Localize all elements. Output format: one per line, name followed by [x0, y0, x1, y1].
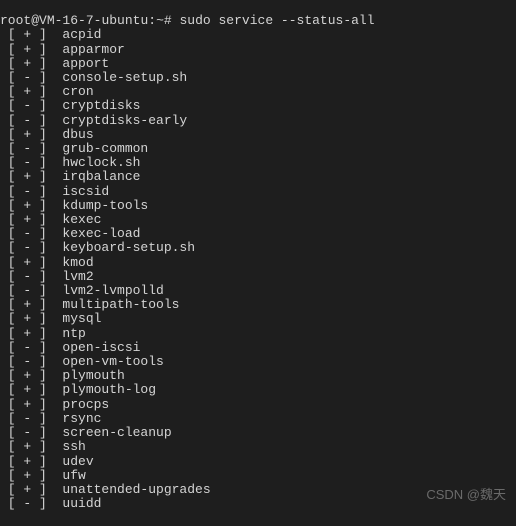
prompt-symbol: # [164, 13, 172, 28]
prompt-command: sudo service --status-all [180, 13, 375, 28]
prompt-host: VM-16-7-ubuntu [39, 13, 148, 28]
terminal-output[interactable]: root@VM-16-7-ubuntu:~# sudo service --st… [0, 0, 516, 526]
prompt-user: root [0, 13, 31, 28]
service-list: [ + ] acpid [ + ] apparmor [ + ] apport … [0, 28, 516, 511]
shell-prompt[interactable]: root@VM-16-7-ubuntu:~# sudo service --st… [0, 13, 375, 28]
prompt-path: ~ [156, 13, 164, 28]
